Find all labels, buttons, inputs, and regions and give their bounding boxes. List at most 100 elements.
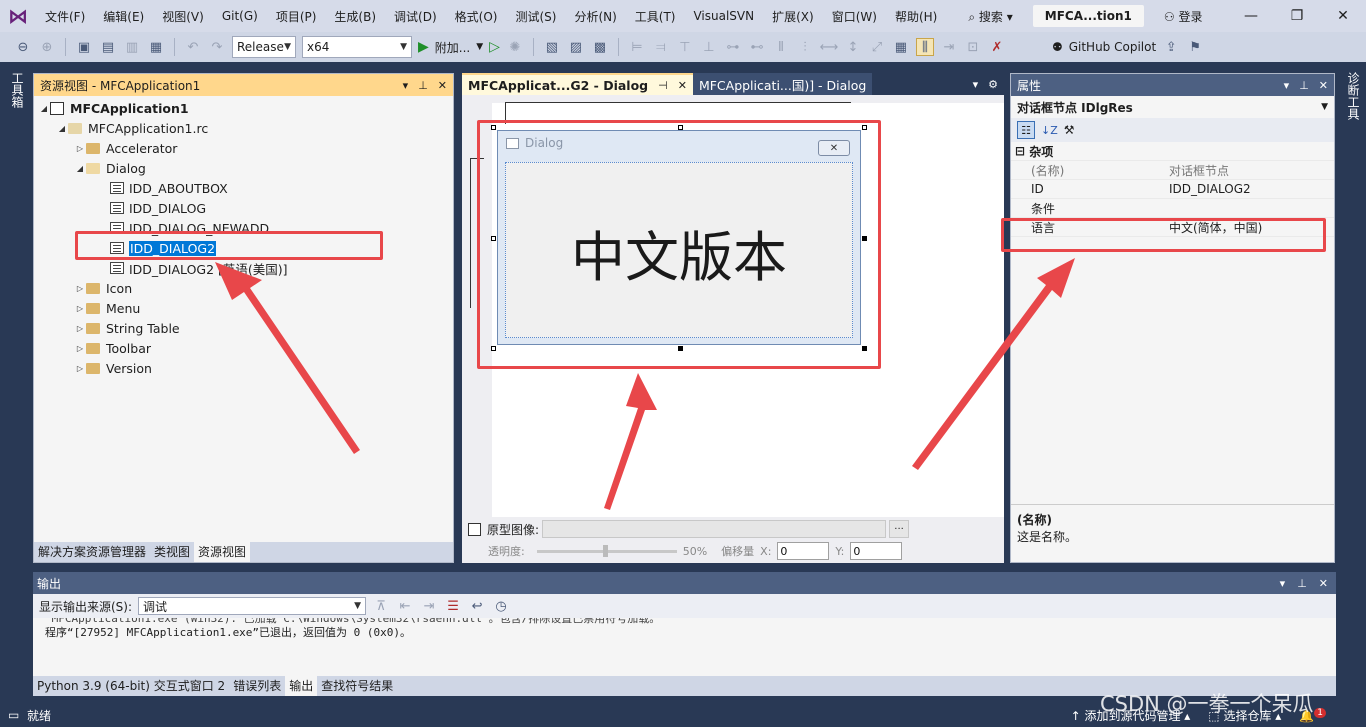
space-across-icon[interactable]: ⫴ xyxy=(772,38,790,56)
browse-button[interactable]: ... xyxy=(889,520,910,538)
menu-help[interactable]: 帮助(H) xyxy=(886,8,946,25)
prototype-checkbox[interactable] xyxy=(468,522,481,536)
menu-tools[interactable]: 工具(T) xyxy=(626,8,685,25)
login-button[interactable]: ⚇ 登录 xyxy=(1164,8,1203,25)
resource-icon[interactable]: ▧ xyxy=(543,38,561,56)
tab-find-symbol-results[interactable]: 查找符号结果 xyxy=(317,676,397,696)
menu-format[interactable]: 格式(O) xyxy=(446,8,507,25)
find-message-icon[interactable]: ⊼ xyxy=(372,597,390,615)
grid-icon[interactable]: ▦ xyxy=(892,38,910,56)
tab-solution-explorer[interactable]: 解决方案资源管理器 xyxy=(34,542,150,562)
close-icon[interactable]: ✕ xyxy=(1320,8,1366,24)
clock-icon[interactable]: ◷ xyxy=(492,597,510,615)
property-row-id[interactable]: ID IDD_DIALOG2 xyxy=(1011,180,1334,199)
undo-icon[interactable]: ↶ xyxy=(184,38,202,56)
hot-reload-icon[interactable]: ✺ xyxy=(506,38,524,56)
word-wrap-icon[interactable]: ↩ xyxy=(468,597,486,615)
alphabetical-icon[interactable]: ↓Z xyxy=(1041,124,1058,137)
property-row-condition[interactable]: 条件 xyxy=(1011,199,1334,218)
category-misc[interactable]: ⊟ 杂项 xyxy=(1011,142,1334,161)
close-icon[interactable]: ✕ xyxy=(1319,577,1328,590)
tab-dialog2-english[interactable]: MFCApplicati...国)] - Dialog xyxy=(692,73,873,95)
property-pages-icon[interactable]: ⚒ xyxy=(1064,123,1075,137)
tab-error-list[interactable]: 错误列表 xyxy=(229,676,285,696)
pin-icon[interactable]: ⊥ xyxy=(1299,79,1309,92)
configuration-select[interactable]: Release ▼ xyxy=(232,36,296,58)
back-icon[interactable]: ⊖ xyxy=(14,38,32,56)
settings-gear-icon[interactable]: ⚙ xyxy=(988,78,998,91)
new-project-icon[interactable]: ▣ xyxy=(75,38,93,56)
y-offset-input[interactable]: 0 xyxy=(850,542,903,560)
layout-icon[interactable]: ▨ xyxy=(567,38,585,56)
tree-node-version[interactable]: ▷ Version xyxy=(34,358,453,378)
menu-view[interactable]: 视图(V) xyxy=(153,8,213,25)
space-down-icon[interactable]: ⫶ xyxy=(796,38,814,56)
visual-studio-logo-icon[interactable]: ⋈ xyxy=(0,0,36,32)
menu-analyze[interactable]: 分析(N) xyxy=(565,8,625,25)
collapse-icon[interactable]: ⊟ xyxy=(1015,144,1025,158)
collapsed-arrow-icon[interactable]: ▷ xyxy=(74,144,86,153)
tab-list-icon[interactable]: ▾ xyxy=(973,78,979,91)
share-icon[interactable]: ⇪ xyxy=(1162,38,1180,56)
open-folder-icon[interactable]: ▤ xyxy=(99,38,117,56)
restore-icon[interactable]: ❐ xyxy=(1274,8,1320,24)
menu-edit[interactable]: 编辑(E) xyxy=(94,8,153,25)
align-top-icon[interactable]: ⊤ xyxy=(676,38,694,56)
diagnostics-strip[interactable]: 诊断工具 xyxy=(1336,66,1366,566)
toolbox-strip[interactable]: 工具箱 xyxy=(0,66,32,566)
save-icon[interactable]: ▥ xyxy=(123,38,141,56)
same-width-icon[interactable]: ⟷ xyxy=(820,38,839,56)
start-without-debug-icon[interactable]: ▷ xyxy=(489,39,500,55)
x-offset-input[interactable]: 0 xyxy=(777,542,830,560)
pin-icon[interactable]: ⊥ xyxy=(1297,577,1307,590)
tree-node-string-table[interactable]: ▷ String Table xyxy=(34,318,453,338)
tab-python-interactive[interactable]: Python 3.9 (64-bit) 交互式窗口 2 xyxy=(33,676,229,696)
save-all-icon[interactable]: ▦ xyxy=(147,38,165,56)
tree-node-aboutbox[interactable]: IDD_ABOUTBOX xyxy=(34,178,453,198)
collapsed-arrow-icon[interactable]: ▷ xyxy=(74,364,86,373)
guides-icon[interactable]: ⫼ xyxy=(915,38,934,56)
align-left-icon[interactable]: ⊨ xyxy=(628,38,646,56)
chevron-down-icon[interactable]: ▼ xyxy=(476,42,483,52)
menu-project[interactable]: 项目(P) xyxy=(267,8,326,25)
next-message-icon[interactable]: ⇥ xyxy=(420,597,438,615)
align-right-icon[interactable]: ⫤ xyxy=(652,38,670,56)
tree-node-dialog1[interactable]: IDD_DIALOG xyxy=(34,198,453,218)
redo-icon[interactable]: ↷ xyxy=(208,38,226,56)
pin-icon[interactable]: ⊥ xyxy=(418,79,428,92)
collapsed-arrow-icon[interactable]: ▷ xyxy=(74,344,86,353)
tab-resource-view[interactable]: 资源视图 xyxy=(194,542,251,562)
expanded-arrow-icon[interactable]: ◢ xyxy=(74,164,86,173)
output-source-select[interactable]: 调试 ▼ xyxy=(138,597,367,615)
menu-visualsvn[interactable]: VisualSVN xyxy=(684,9,763,23)
expanded-arrow-icon[interactable]: ◢ xyxy=(56,124,68,133)
collapsed-arrow-icon[interactable]: ▷ xyxy=(74,284,86,293)
prototype-path-input[interactable] xyxy=(542,520,887,538)
property-row-name[interactable]: (名称) 对话框节点 xyxy=(1011,161,1334,180)
tree-node-menu[interactable]: ▷ Menu xyxy=(34,298,453,318)
menu-file[interactable]: 文件(F) xyxy=(36,8,94,25)
dropdown-icon[interactable]: ▾ xyxy=(1284,79,1290,92)
github-copilot-button[interactable]: GitHub Copilot xyxy=(1069,40,1156,54)
tab-order-icon[interactable]: ⇥ xyxy=(940,38,958,56)
menu-git[interactable]: Git(G) xyxy=(213,9,267,23)
tree-node-icon[interactable]: ▷ Icon xyxy=(34,278,453,298)
collapsed-arrow-icon[interactable]: ▷ xyxy=(74,304,86,313)
dropdown-icon[interactable]: ▾ xyxy=(403,79,409,92)
minimize-icon[interactable]: — xyxy=(1228,8,1274,24)
menu-build[interactable]: 生成(B) xyxy=(325,8,385,25)
tree-node-accelerator[interactable]: ▷ Accelerator xyxy=(34,138,453,158)
start-icon[interactable]: ▶ xyxy=(418,39,429,55)
search-button[interactable]: ⌕ 搜索 ▾ xyxy=(958,8,1022,25)
close-tab-icon[interactable]: ✕ xyxy=(678,79,687,92)
close-icon[interactable]: ✕ xyxy=(1319,79,1328,92)
feedback-icon[interactable]: ⚑ xyxy=(1186,38,1204,56)
tree-node-toolbar[interactable]: ▷ Toolbar xyxy=(34,338,453,358)
previous-message-icon[interactable]: ⇤ xyxy=(396,597,414,615)
align-bottom-icon[interactable]: ⊥ xyxy=(700,38,718,56)
test-icon[interactable]: ⊡ xyxy=(964,38,982,56)
menu-debug[interactable]: 调试(D) xyxy=(385,8,446,25)
tree-node-dialog[interactable]: ◢ Dialog xyxy=(34,158,453,178)
center-vertical-icon[interactable]: ⊶ xyxy=(724,38,742,56)
tree-node-rc[interactable]: ◢ MFCApplication1.rc xyxy=(34,118,453,138)
